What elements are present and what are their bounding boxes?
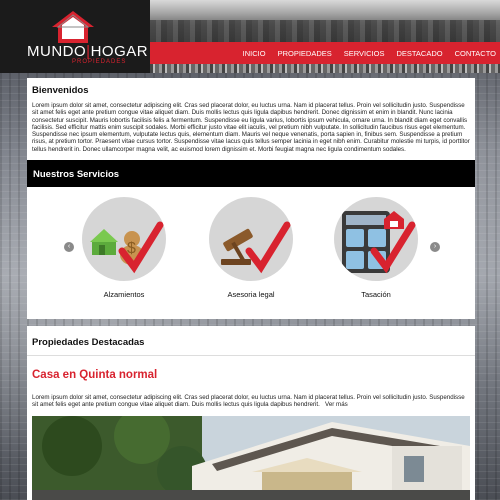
service-label: Alzamientos [103,290,145,299]
gavel-check-icon [209,197,293,281]
service-item-asesoria-legal[interactable]: Asesoria legal [206,197,296,299]
service-label: Tasación [361,290,391,299]
house-logo-icon [52,11,94,43]
read-more-link[interactable]: Ver más [325,401,348,408]
service-item-alzamientos[interactable]: $ Alzamientos [79,197,169,299]
nav-item-contacto[interactable]: CONTACTO [455,49,496,58]
house-photo[interactable] [32,416,470,500]
logo[interactable]: MUNDO|HOGAR PROPIEDADES [0,0,150,73]
service-item-tasacion[interactable]: Tasación [331,197,421,299]
service-label: Asesoria legal [227,290,275,299]
calculator-check-icon [334,197,418,281]
logo-text: MUNDO|HOGAR [27,43,149,60]
welcome-text: Lorem ipsum dolor sit amet, consectetur … [32,102,470,153]
welcome-title: Bienvenidos [32,85,89,96]
divider [27,355,475,356]
house-money-check-icon: $ [82,197,166,281]
nav-item-servicios[interactable]: SERVICIOS [344,49,385,58]
logo-subtitle: PROPIEDADES [72,59,127,65]
welcome-section: Bienvenidos Lorem ipsum dolor sit amet, … [27,78,475,160]
house-description: Lorem ipsum dolor sit amet, consectetur … [32,394,465,409]
house-title[interactable]: Casa en Quinta normal [32,369,470,381]
services-carousel: ‹ › $ Alzamientos Asesoria legal Tasació… [27,187,475,319]
nav-item-propiedades[interactable]: PROPIEDADES [278,49,332,58]
chevron-left-icon[interactable]: ‹ [64,242,74,252]
nav-item-destacado[interactable]: DESTACADO [396,49,442,58]
main-nav: INICIO PROPIEDADES SERVICIOS DESTACADO C… [150,42,500,64]
featured-title: Propiedades Destacadas [32,337,145,348]
site-header: MUNDO|HOGAR PROPIEDADES INICIO PROPIEDAD… [0,0,500,73]
nav-item-inicio[interactable]: INICIO [243,49,266,58]
services-title: Nuestros Servicios [27,160,475,187]
header-banner-image [150,0,500,42]
featured-section: Propiedades Destacadas Casa en Quinta no… [27,326,475,500]
chevron-right-icon[interactable]: › [430,242,440,252]
